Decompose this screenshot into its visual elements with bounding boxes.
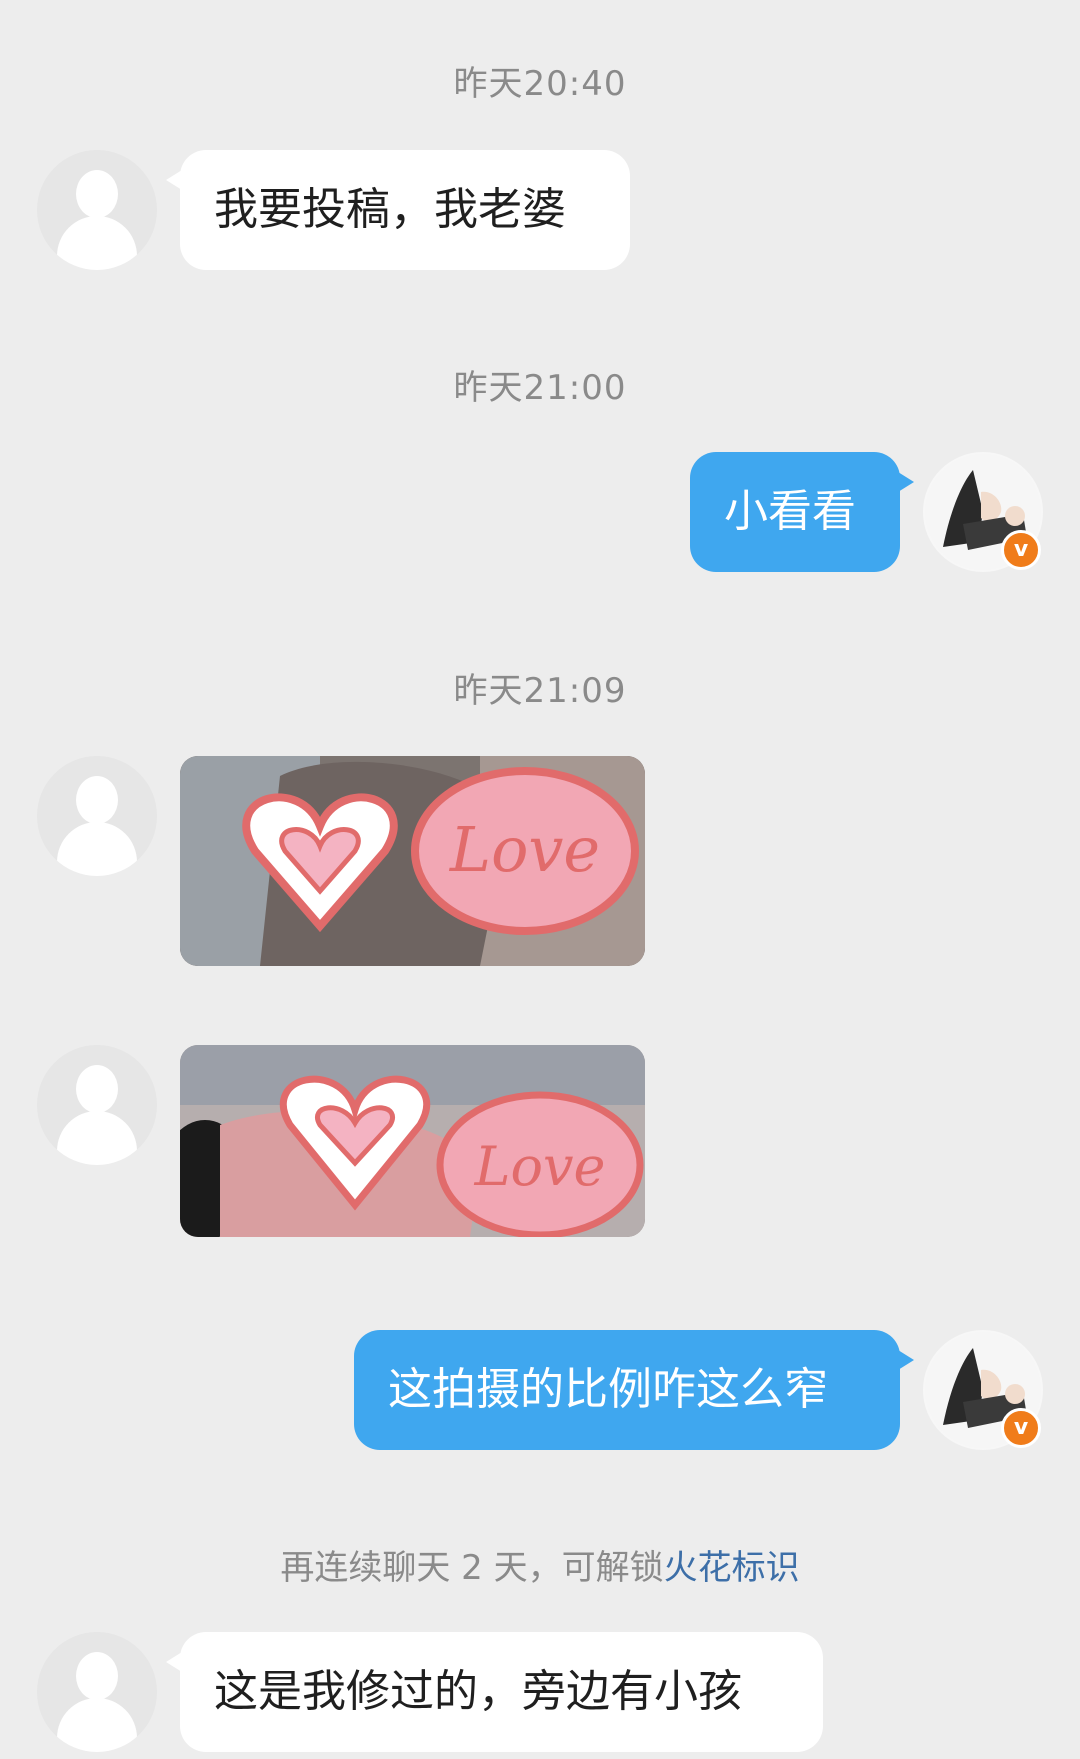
avatar[interactable] xyxy=(37,1632,157,1752)
timestamp: 昨天20:40 xyxy=(453,64,627,104)
my-avatar[interactable]: v xyxy=(923,1330,1043,1450)
default-avatar-icon xyxy=(76,776,118,824)
avatar[interactable] xyxy=(37,150,157,270)
avatar[interactable] xyxy=(37,756,157,876)
image-message[interactable]: Love xyxy=(180,756,645,966)
timestamp: 昨天21:00 xyxy=(453,368,627,408)
love-sticker: Love xyxy=(279,1075,644,1237)
streak-notice-text: 再连续聊天 2 天，可解锁 xyxy=(280,1548,664,1588)
default-avatar-icon xyxy=(76,170,118,218)
message-bubble-incoming[interactable]: 我要投稿，我老婆 xyxy=(166,150,630,270)
message-bubble-outgoing[interactable]: 小看看 xyxy=(690,452,914,572)
verified-badge-icon: v xyxy=(1001,530,1041,570)
avatar[interactable] xyxy=(37,1045,157,1165)
default-avatar-body xyxy=(57,1698,137,1752)
default-avatar-icon xyxy=(76,1065,118,1113)
default-avatar-body xyxy=(57,822,137,876)
default-avatar-body xyxy=(57,1111,137,1165)
default-avatar-body xyxy=(57,216,137,270)
message-bubble-incoming[interactable]: 这是我修过的，旁边有小孩 xyxy=(166,1632,823,1752)
my-avatar[interactable]: v xyxy=(923,452,1043,572)
verified-badge-icon: v xyxy=(1001,1408,1041,1448)
timestamp: 昨天21:09 xyxy=(453,671,627,711)
love-sticker: Love xyxy=(242,767,639,935)
message-bubble-outgoing[interactable]: 这拍摄的比例咋这么窄 xyxy=(354,1330,914,1450)
streak-notice: 再连续聊天 2 天，可解锁火花标识 xyxy=(0,1540,1080,1589)
image-message[interactable]: Love xyxy=(180,1045,645,1237)
spark-badge-link[interactable]: 火花标识 xyxy=(664,1548,800,1588)
default-avatar-icon xyxy=(76,1652,118,1700)
svg-text:Love: Love xyxy=(449,813,600,886)
svg-text:Love: Love xyxy=(474,1135,606,1198)
